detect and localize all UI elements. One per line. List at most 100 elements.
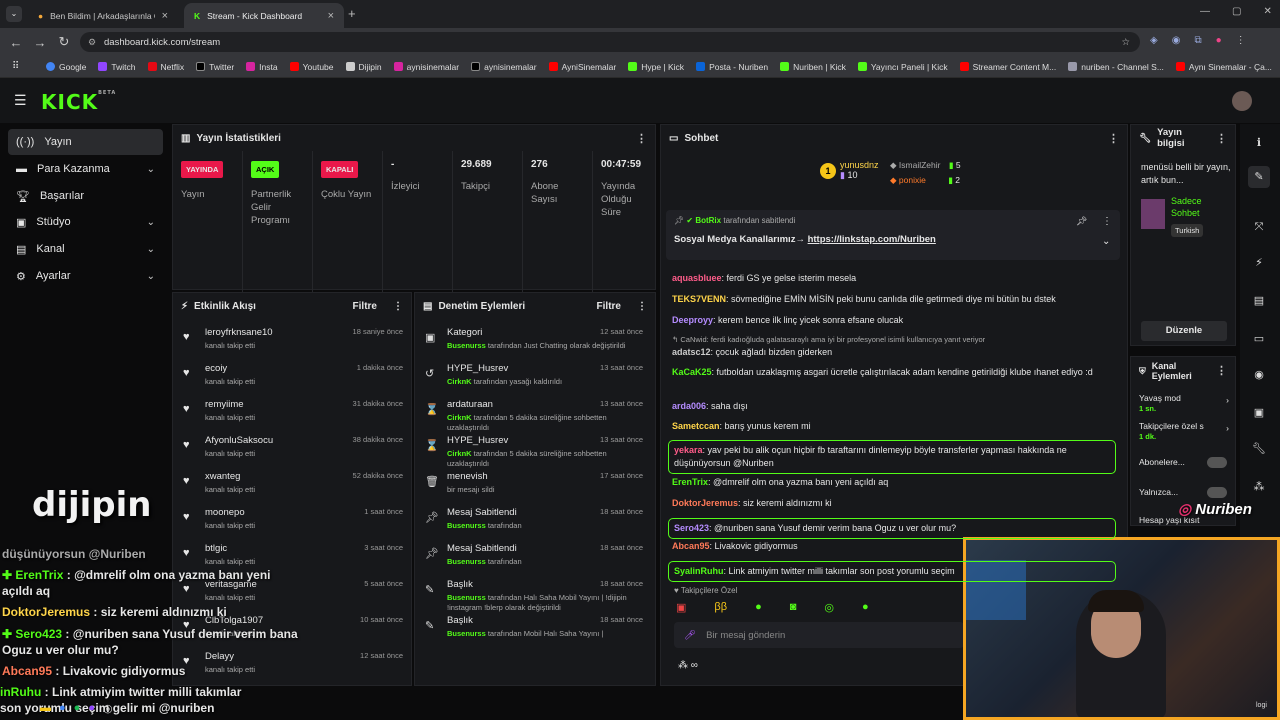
subscriber-mode-row[interactable]: Abonelere... [1139, 457, 1231, 468]
wrench-icon[interactable]: 🔧︎ [1248, 438, 1270, 460]
back-icon[interactable]: ← [4, 35, 28, 50]
more-options-icon[interactable]: ⋮ [637, 301, 647, 312]
nav-studyo[interactable]: ▣ Stüdyo ⌄ [8, 209, 163, 235]
pinned-message[interactable]: 📌︎ ✔ BotRix tarafından sabitlendi Sosyal… [666, 210, 1120, 260]
nav-para-kazanma[interactable]: ▬ Para Kazanma ⌄ [8, 156, 163, 182]
new-tab-button[interactable]: + [348, 6, 356, 21]
activity-event: ♥ xwanteg kanalı takip etti 52 dakika önce [183, 471, 403, 494]
bookmark-twitch[interactable]: Twitch [92, 62, 141, 72]
bookmark-insta[interactable]: Insta [240, 62, 283, 72]
filter-button[interactable]: Filtre [597, 301, 621, 312]
taskbar-app-icon[interactable]: ● [59, 702, 66, 714]
emote-icon[interactable]: ◙ [790, 601, 797, 614]
emote-icon[interactable]: ◎ [824, 601, 834, 614]
address-toolbar: ← → ↻ ⚙ dashboard.kick.com/stream ☆ ◈ ◉ ⧉ ●… [0, 28, 1280, 56]
broadcast-icon: ((·)) [16, 136, 35, 148]
bookmark-aynisinemalar-x[interactable]: aynisinemalar [465, 62, 542, 72]
bookmark-netflix[interactable]: Netflix [142, 62, 191, 72]
document-icon[interactable]: ▤ [1248, 290, 1270, 312]
bookmark-posta[interactable]: Posta - Nuriben [690, 62, 774, 72]
stat-sure: 00:47:59 Yayında Olduğu Süre [601, 159, 642, 218]
stat-partnerlik: AÇIK Partnerlik Gelir Programı [243, 151, 313, 311]
bookmark-aynisinemalar[interactable]: aynisinemalar [388, 62, 465, 72]
bookmark-twitter[interactable]: Twitter [190, 62, 240, 72]
extension-icon[interactable]: ◉ [1172, 35, 1181, 46]
layout-icon[interactable]: ▣ [1248, 402, 1270, 424]
tab-benbildim[interactable]: ● Ben Bildim | Arkadaşlarınla Onl × [28, 3, 178, 28]
emote-only-row[interactable]: Yalnızca... [1139, 487, 1231, 498]
overlay-chat-line: ✚ ErenTrix : @dmrelif olm ona yazma banı… [2, 568, 271, 598]
bookmark-yayinci-paneli[interactable]: Yayıncı Paneli | Kick [852, 62, 954, 72]
tab-kick-dashboard[interactable]: K Stream - Kick Dashboard × [184, 3, 344, 28]
follower-mode-row[interactable]: Takipçilere özel s1 dk. › [1139, 421, 1231, 441]
nav-basarilar[interactable]: 🏆︎ Başarılar [8, 183, 163, 209]
emote-icon[interactable]: ● [862, 601, 869, 614]
bookmark-nuriben-kick[interactable]: Nuriben | Kick [774, 62, 852, 72]
taskbar-app-icon[interactable]: ▬ [40, 702, 51, 714]
edit-button[interactable]: Düzenle [1141, 321, 1227, 341]
site-info-icon[interactable]: ⚙ [88, 37, 96, 48]
shield-extension-icon[interactable]: ◈ [1150, 35, 1158, 46]
forward-icon[interactable]: → [28, 35, 52, 50]
close-window-icon[interactable]: ✕ [1263, 6, 1271, 17]
activity-event: ♥ leroyfrknsane10 kanalı takip etti 18 sani… [183, 327, 403, 350]
taskbar-app-icon[interactable]: ● [88, 702, 95, 714]
bot-badge: ✔ [686, 216, 694, 225]
chat-message: TEKS7VENN: sövmediğine EMİN MİSİN peki b… [672, 294, 1056, 304]
bookmark-google[interactable]: Google [40, 62, 92, 72]
bookmark-channel-studio[interactable]: nuriben - Channel S... [1062, 62, 1170, 72]
emote-icon[interactable]: ▣ [676, 601, 686, 614]
broadcast-icon[interactable]: ◉ [1248, 364, 1270, 386]
taskbar-app-icon[interactable]: ◎ [103, 702, 113, 715]
tab-list-button[interactable]: ⌄ [6, 6, 22, 22]
bookmark-hype-kick[interactable]: Hype | Kick [622, 62, 690, 72]
kick-logo[interactable]: KICKBETA [41, 90, 116, 114]
url-input[interactable]: ⚙ dashboard.kick.com/stream ☆ [80, 32, 1140, 52]
reload-icon[interactable]: ↻ [52, 34, 76, 50]
edit-pencil-icon[interactable]: ✎ [1248, 166, 1270, 188]
mod-action: ✎ Başlık Busenurss tarafından Mobil Halı S… [425, 615, 643, 638]
more-options-icon[interactable]: ⋮ [636, 132, 647, 145]
hamburger-menu-icon[interactable]: ☰ [14, 92, 27, 109]
bookmark-aynisinemalar-yt[interactable]: AyniSinemalar [543, 62, 623, 72]
chat-settings-icons[interactable]: ⁂ ∞ [678, 660, 698, 671]
extensions-puzzle-icon[interactable]: ⧉ [1194, 35, 1201, 46]
bolt-icon[interactable]: ⚡︎ [1248, 252, 1270, 274]
expand-icon[interactable]: ⤧ [1248, 216, 1270, 238]
nav-kanal[interactable]: ▤ Kanal ⌄ [8, 236, 163, 262]
emote-icon[interactable]: ββ [714, 601, 727, 614]
more-options-icon[interactable]: ⋮ [1102, 216, 1112, 227]
profile-icon[interactable]: ● [1216, 35, 1222, 46]
more-options-icon[interactable]: ⋮ [393, 301, 403, 312]
bookmark-star-icon[interactable]: ☆ [1121, 37, 1130, 48]
stat-izleyici: - İzleyici [383, 151, 453, 311]
nav-ayarlar[interactable]: ⚙ Ayarlar ⌄ [8, 263, 163, 289]
pin-icon[interactable]: 📌︎ [1076, 216, 1087, 227]
bookmark-ayni-sinemalar[interactable]: Aynı Sinemalar - Ça... [1170, 62, 1278, 72]
chat-bubble-icon[interactable]: ▭ [1248, 328, 1270, 350]
minimize-icon[interactable]: — [1200, 6, 1210, 17]
user-avatar[interactable] [1232, 91, 1252, 111]
chat-message: arda006: saha dışı [672, 401, 748, 411]
taskbar-app-icon[interactable]: ● [74, 702, 81, 714]
more-options-icon[interactable]: ⋮ [1216, 366, 1227, 377]
bookmark-streamer-content[interactable]: Streamer Content M... [954, 62, 1063, 72]
apps-grid-icon[interactable]: ⠿ [12, 61, 19, 72]
chevron-down-icon[interactable]: ⌄ [1102, 236, 1110, 247]
close-tab-icon[interactable]: × [328, 10, 334, 22]
bookmark-dijipin[interactable]: Dijipin [340, 62, 388, 72]
more-options-icon[interactable]: ⋮ [1216, 132, 1227, 145]
chat-input[interactable]: 🎤︎ Bir mesaj gönderin [674, 622, 964, 648]
dijipin-overlay-logo: dijipin [32, 485, 152, 525]
bookmark-youtube[interactable]: Youtube [284, 62, 340, 72]
menu-dots-icon[interactable]: ⋮ [1236, 35, 1246, 46]
sparkle-icon[interactable]: ⁂ [1248, 476, 1270, 498]
nav-yayin[interactable]: ((·)) Yayın [8, 129, 163, 155]
slow-mode-row[interactable]: Yavaş mod 1 sn. › [1139, 393, 1231, 413]
maximize-icon[interactable]: ▢ [1232, 6, 1241, 17]
filter-button[interactable]: Filtre [353, 301, 377, 312]
close-tab-icon[interactable]: × [162, 10, 168, 22]
emote-icon[interactable]: ● [755, 601, 762, 614]
info-icon[interactable]: ℹ [1248, 132, 1270, 154]
more-options-icon[interactable]: ⋮ [1108, 132, 1119, 145]
